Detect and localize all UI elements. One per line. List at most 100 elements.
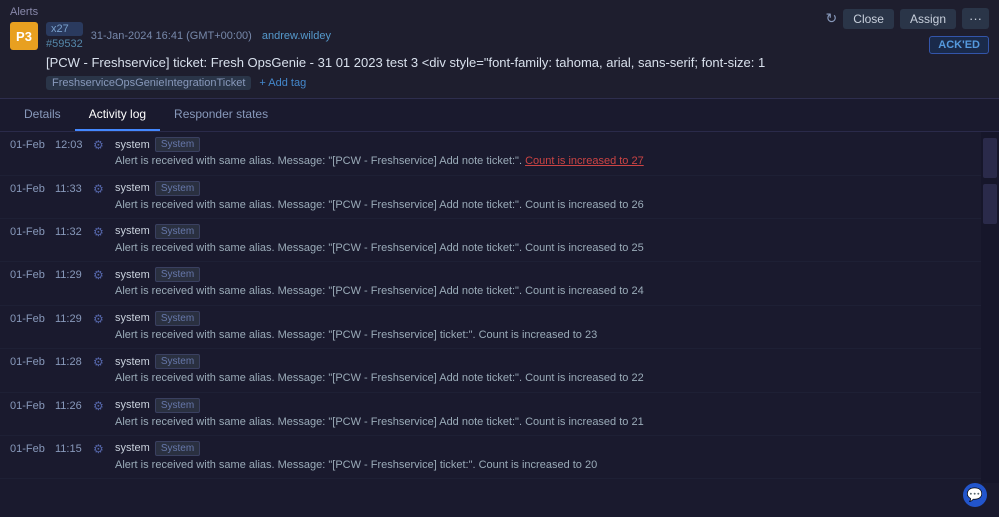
log-content: system System Alert is received with sam… <box>111 354 971 386</box>
system-tag: System <box>155 311 200 326</box>
log-actor: system <box>115 225 150 237</box>
right-sidebar <box>981 132 999 483</box>
assign-button[interactable]: Assign <box>900 9 956 29</box>
log-message: Alert is received with same alias. Messa… <box>115 415 971 430</box>
log-content: system System Alert is received with sam… <box>111 267 971 299</box>
log-content: system System Alert is received with sam… <box>111 311 971 343</box>
log-time: 11:29 <box>55 311 93 325</box>
log-actor-row: system System <box>115 267 971 282</box>
log-date: 01-Feb <box>10 354 55 368</box>
log-message: Alert is received with same alias. Messa… <box>115 328 971 343</box>
more-button[interactable]: ··· <box>962 8 989 29</box>
gear-icon: ⚙ <box>93 267 111 282</box>
gear-icon: ⚙ <box>93 181 111 196</box>
system-tag: System <box>155 398 200 413</box>
log-actor-row: system System <box>115 354 971 369</box>
system-tag: System <box>155 267 200 282</box>
log-time: 11:26 <box>55 398 93 412</box>
gear-icon: ⚙ <box>93 311 111 326</box>
header-actions: ↻ Close Assign ··· <box>826 8 989 29</box>
log-date: 01-Feb <box>10 311 55 325</box>
tag-item: FreshserviceOpsGenieIntegrationTicket <box>46 76 251 90</box>
log-actor: system <box>115 356 150 368</box>
log-entry: 01-Feb 11:33 ⚙ system System Alert is re… <box>0 176 981 219</box>
system-tag: System <box>155 354 200 369</box>
log-date: 01-Feb <box>10 137 55 151</box>
priority-badge: P3 <box>10 22 38 50</box>
gear-icon: ⚙ <box>93 354 111 369</box>
activity-log[interactable]: 01-Feb 12:03 ⚙ system System Alert is re… <box>0 132 981 483</box>
refresh-icon[interactable]: ↻ <box>826 10 838 27</box>
system-tag: System <box>155 224 200 239</box>
log-entry: 01-Feb 11:32 ⚙ system System Alert is re… <box>0 219 981 262</box>
log-content: system System Alert is received with sam… <box>111 224 971 256</box>
system-tag: System <box>155 181 200 196</box>
log-actor-row: system System <box>115 441 971 456</box>
gear-icon: ⚙ <box>93 137 111 152</box>
gear-icon: ⚙ <box>93 441 111 456</box>
log-entry: 01-Feb 11:29 ⚙ system System Alert is re… <box>0 262 981 305</box>
log-actor: system <box>115 442 150 454</box>
log-actor: system <box>115 269 150 281</box>
log-entry: 01-Feb 11:29 ⚙ system System Alert is re… <box>0 306 981 349</box>
timestamp: 31-Jan-2024 16:41 (GMT+00:00) <box>91 30 252 42</box>
log-content: system System Alert is received with sam… <box>111 441 971 473</box>
chat-button[interactable]: 💬 <box>963 483 987 507</box>
tab-details[interactable]: Details <box>10 99 75 131</box>
log-content: system System Alert is received with sam… <box>111 181 971 213</box>
count-badge: x27 <box>46 22 83 36</box>
log-entry: 01-Feb 11:14 ⚙ system System Alert is re… <box>0 479 981 483</box>
activity-area: 01-Feb 12:03 ⚙ system System Alert is re… <box>0 132 999 483</box>
gear-icon: ⚙ <box>93 224 111 239</box>
id-badge: #59532 <box>46 38 83 50</box>
log-message: Alert is received with same alias. Messa… <box>115 241 971 256</box>
system-tag: System <box>155 137 200 152</box>
username: andrew.wildey <box>262 30 331 42</box>
highlighted-count: Count is increased to 27 <box>525 155 644 167</box>
log-message: Alert is received with same alias. Messa… <box>115 458 971 473</box>
add-tag-link[interactable]: + Add tag <box>259 77 306 89</box>
tabs-row: Details Activity log Responder states <box>0 99 999 132</box>
sidebar-tab-1 <box>983 138 997 178</box>
log-actor: system <box>115 399 150 411</box>
log-entry: 01-Feb 11:28 ⚙ system System Alert is re… <box>0 349 981 392</box>
log-entry: 01-Feb 11:26 ⚙ system System Alert is re… <box>0 393 981 436</box>
log-actor: system <box>115 182 150 194</box>
tag-row: FreshserviceOpsGenieIntegrationTicket + … <box>46 76 989 90</box>
log-time: 11:28 <box>55 354 93 368</box>
log-actor: system <box>115 312 150 324</box>
sidebar-tab-2 <box>983 184 997 224</box>
alert-header: Alerts P3 x27 #59532 31-Jan-2024 16:41 (… <box>0 0 999 99</box>
log-message: Alert is received with same alias. Messa… <box>115 154 971 169</box>
log-date: 01-Feb <box>10 224 55 238</box>
tab-responder-states[interactable]: Responder states <box>160 99 282 131</box>
log-date: 01-Feb <box>10 441 55 455</box>
meta-row: 31-Jan-2024 16:41 (GMT+00:00) andrew.wil… <box>91 30 331 42</box>
log-message: Alert is received with same alias. Messa… <box>115 371 971 386</box>
log-actor-row: system System <box>115 181 971 196</box>
system-tag: System <box>155 441 200 456</box>
log-time: 11:33 <box>55 181 93 195</box>
log-content: system System Alert is received with sam… <box>111 137 971 169</box>
log-actor-row: system System <box>115 137 971 152</box>
log-actor-row: system System <box>115 398 971 413</box>
log-actor-row: system System <box>115 311 971 326</box>
log-date: 01-Feb <box>10 267 55 281</box>
acked-badge: ACK'ED <box>929 36 989 54</box>
log-message: Alert is received with same alias. Messa… <box>115 284 971 299</box>
alert-title: [PCW - Freshservice] ticket: Fresh OpsGe… <box>46 54 989 72</box>
close-button[interactable]: Close <box>843 9 894 29</box>
log-content: system System Alert is received with sam… <box>111 398 971 430</box>
log-actor: system <box>115 139 150 151</box>
log-time: 12:03 <box>55 137 93 151</box>
log-date: 01-Feb <box>10 181 55 195</box>
log-actor-row: system System <box>115 224 971 239</box>
log-entry: 01-Feb 11:15 ⚙ system System Alert is re… <box>0 436 981 479</box>
log-time: 11:29 <box>55 267 93 281</box>
log-entry: 01-Feb 12:03 ⚙ system System Alert is re… <box>0 132 981 175</box>
log-message: Alert is received with same alias. Messa… <box>115 198 971 213</box>
log-time: 11:15 <box>55 441 93 455</box>
gear-icon: ⚙ <box>93 398 111 413</box>
log-date: 01-Feb <box>10 398 55 412</box>
tab-activity-log[interactable]: Activity log <box>75 99 160 131</box>
